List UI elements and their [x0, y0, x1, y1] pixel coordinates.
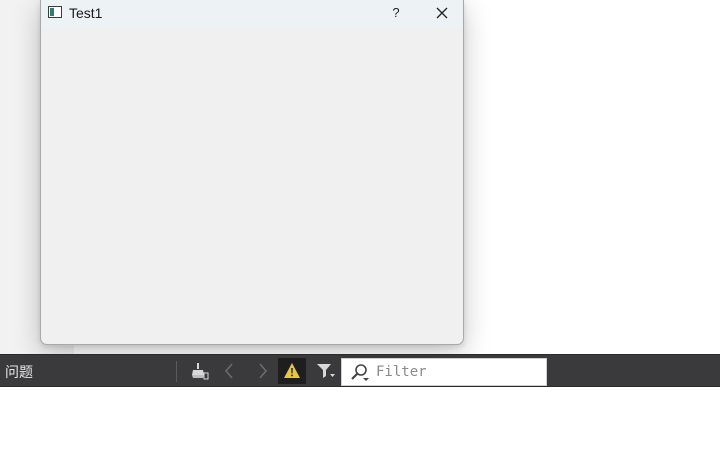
- dialog-titlebar[interactable]: Test1 ?: [41, 0, 463, 28]
- close-button[interactable]: [425, 2, 459, 24]
- filter-input[interactable]: [376, 362, 542, 382]
- window-app-icon: [48, 6, 62, 18]
- dialog-title: Test1: [69, 5, 103, 21]
- filter-field[interactable]: [341, 358, 547, 386]
- filter-funnel-icon: [317, 364, 335, 378]
- clear-button[interactable]: [184, 358, 212, 384]
- warning-icon: [284, 363, 300, 378]
- toolbar-separator: [176, 361, 177, 382]
- chevron-left-icon: [224, 363, 233, 379]
- previous-button[interactable]: [216, 358, 244, 384]
- search-icon: [351, 364, 369, 381]
- warnings-toggle-button[interactable]: [278, 358, 306, 384]
- issues-panel-label: 问题: [5, 365, 33, 381]
- filter-options-button[interactable]: [311, 358, 339, 384]
- help-button[interactable]: ?: [381, 2, 411, 24]
- next-button[interactable]: [248, 358, 276, 384]
- issues-toolbar: 问题: [0, 354, 720, 387]
- dialog-window: Test1 ?: [40, 0, 464, 345]
- clear-broom-icon: [192, 363, 209, 380]
- chevron-right-icon: [259, 363, 268, 379]
- close-icon: [436, 7, 448, 19]
